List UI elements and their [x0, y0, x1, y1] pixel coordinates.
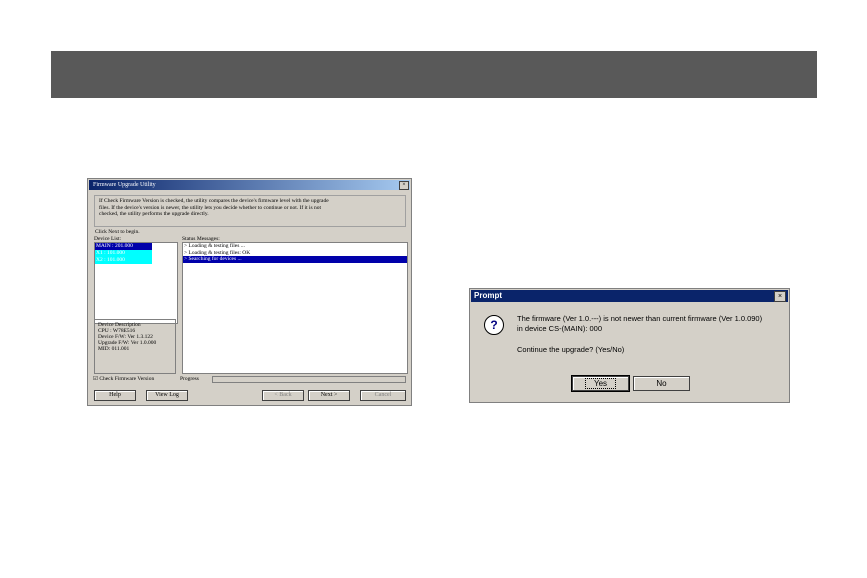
device-item-x2[interactable]: X2 : 101.000: [95, 257, 152, 264]
prompt-message: in device CS-(MAIN): 000: [517, 324, 603, 333]
description-line: MID: 011.001: [98, 346, 130, 352]
checkbox-icon: ☑: [93, 376, 98, 382]
prompt-message: The firmware (Ver 1.0.---) is not newer …: [517, 314, 763, 323]
device-item-main[interactable]: MAIN : 201.000: [95, 243, 152, 250]
intro-line: checked, the utility performs the upgrad…: [99, 211, 209, 217]
firmware-upgrade-window: Firmware Upgrade Utility × If Check Firm…: [87, 178, 412, 406]
prompt-question: Continue the upgrade? (Yes/No): [517, 345, 625, 354]
help-button[interactable]: Help: [94, 390, 136, 401]
close-icon[interactable]: ×: [399, 181, 409, 190]
close-icon[interactable]: ×: [774, 291, 786, 302]
check-firmware-label: Check Firmware Version: [99, 376, 155, 382]
intro-text: If Check Firmware Version is checked, th…: [94, 195, 406, 227]
status-line: > Searching for devices ...: [183, 256, 407, 263]
question-icon: ?: [484, 315, 504, 335]
check-firmware-checkbox[interactable]: ☑ Check Firmware Version: [93, 376, 154, 382]
device-list[interactable]: MAIN : 201.000 X1 : 101.000 X2 : 101.000: [94, 242, 178, 324]
window-title: Firmware Upgrade Utility: [89, 180, 410, 190]
device-description: Device Description CPU : W78E516 Device …: [94, 319, 176, 374]
prompt-title: Prompt: [471, 290, 788, 302]
begin-text: Click Next to begin.: [95, 229, 140, 235]
header-bar: [51, 51, 817, 98]
progress-bar: [212, 376, 406, 383]
cancel-button[interactable]: Cancel: [360, 390, 406, 401]
prompt-dialog: Prompt × ? The firmware (Ver 1.0.---) is…: [469, 288, 790, 403]
status-messages-box[interactable]: > Loading & testing files ... > Loading …: [182, 242, 408, 374]
view-log-button[interactable]: View Log: [146, 390, 188, 401]
device-item-x1[interactable]: X1 : 101.000: [95, 250, 152, 257]
no-button[interactable]: No: [633, 376, 690, 391]
yes-button[interactable]: Yes: [571, 375, 630, 392]
progress-label: Progress: [180, 376, 199, 382]
next-button[interactable]: Next >: [308, 390, 350, 401]
yes-label: Yes: [584, 378, 617, 389]
back-button[interactable]: < Back: [262, 390, 304, 401]
